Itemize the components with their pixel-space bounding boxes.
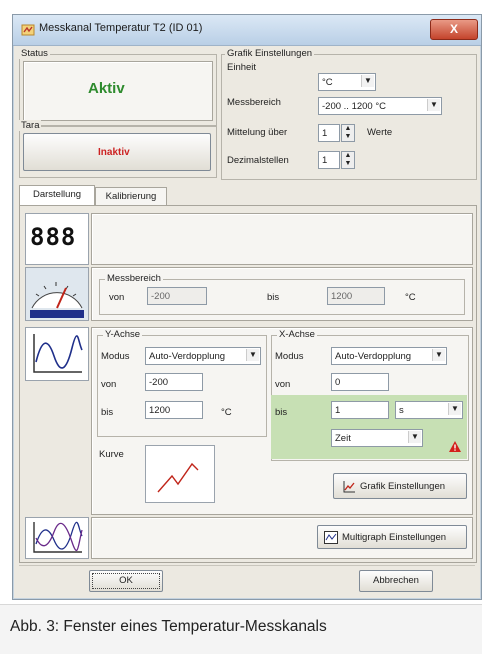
dialog-window: Messkanal Temperatur T2 (ID 01) X Status… <box>12 14 482 600</box>
y-bis-input[interactable]: 1200 <box>145 401 203 419</box>
analog-gauge-icon[interactable] <box>25 267 89 321</box>
grafik-einstellungen-button[interactable]: Grafik Einstellungen <box>333 473 467 499</box>
digital-display-icon[interactable]: 888 <box>25 213 89 265</box>
x-modus-label: Modus <box>275 351 304 362</box>
chevron-down-icon[interactable]: ▼ <box>432 349 445 361</box>
tara-button[interactable]: Inaktiv <box>23 133 211 171</box>
ok-button[interactable]: OK <box>89 570 163 592</box>
y-von-input[interactable]: -200 <box>145 373 203 391</box>
digital-settings-panel <box>91 213 473 265</box>
einheit-label: Einheit <box>227 62 257 73</box>
messbereich-box-title: Messbereich <box>105 273 163 284</box>
graph-icon <box>33 334 83 373</box>
mittelung-stepper[interactable]: ▲ ▼ <box>341 124 355 142</box>
y-bis-label: bis <box>101 407 114 418</box>
messbereich-label: Messbereich <box>227 97 281 108</box>
window-title: Messkanal Temperatur T2 (ID 01) <box>39 22 203 34</box>
tara-group-title: Tara <box>19 120 42 131</box>
x-quantity-select[interactable]: Zeit ▼ <box>331 429 423 447</box>
chevron-down-icon[interactable]: ▼ <box>408 431 421 443</box>
close-button[interactable]: X <box>430 19 478 40</box>
ok-label: OK <box>119 575 133 586</box>
mittelung-input[interactable]: 1 <box>318 124 340 142</box>
curve-style-button[interactable] <box>145 445 215 503</box>
x-von-label: von <box>275 379 291 390</box>
mb-von-label: von <box>109 292 125 303</box>
multigraph-icon[interactable] <box>25 517 89 559</box>
y-unit: °C <box>221 407 232 418</box>
dezimal-input[interactable]: 1 <box>318 151 340 169</box>
tara-value: Inaktiv <box>98 147 130 158</box>
x-bis-label: bis <box>275 407 288 418</box>
dezimal-stepper[interactable]: ▲ ▼ <box>341 151 355 169</box>
y-modus-value: Auto-Verdopplung <box>149 351 226 362</box>
yachse-title: Y-Achse <box>103 329 143 340</box>
x-modus-value: Auto-Verdopplung <box>335 351 412 362</box>
x-modus-select[interactable]: Auto-Verdopplung ▼ <box>331 347 447 365</box>
x-bis-input[interactable]: 1 <box>331 401 389 419</box>
status-panel: Aktiv <box>23 61 213 121</box>
chevron-down-icon[interactable]: ▼ <box>427 99 440 111</box>
button-bar-divider <box>19 565 475 566</box>
mb-von-input[interactable]: -200 <box>147 287 207 305</box>
y-von-label: von <box>101 379 117 390</box>
line-graph-icon[interactable] <box>25 327 89 381</box>
xachse-title: X-Achse <box>277 329 317 340</box>
grafik-einstellungen-label: Grafik Einstellungen <box>360 481 446 492</box>
mb-bis-input[interactable]: 1200 <box>327 287 385 305</box>
y-modus-select[interactable]: Auto-Verdopplung ▼ <box>145 347 261 365</box>
x-unit-value: s <box>399 405 404 416</box>
mittelung-label: Mittelung über <box>227 127 288 138</box>
messbereich-select[interactable]: -200 .. 1200 °C ▼ <box>318 97 442 115</box>
curve-icon <box>157 462 199 493</box>
mb-unit: °C <box>405 292 416 303</box>
dezimal-label: Dezimalstellen <box>227 155 289 166</box>
messbereich-select-value: -200 .. 1200 °C <box>322 101 387 112</box>
digital-display-glyph: 888 <box>30 223 77 251</box>
graph-small-icon <box>343 481 355 493</box>
app-icon <box>21 24 35 36</box>
cancel-button[interactable]: Abbrechen <box>359 570 433 592</box>
chevron-down-icon[interactable]: ▼ <box>246 349 259 361</box>
x-unit-select[interactable]: s ▼ <box>395 401 463 419</box>
gauge-icon <box>30 282 84 318</box>
tab-kalibrierung[interactable]: Kalibrierung <box>95 187 167 206</box>
status-value: Aktiv <box>88 80 125 97</box>
title-bar[interactable]: Messkanal Temperatur T2 (ID 01) X <box>13 15 481 46</box>
x-von-input[interactable]: 0 <box>331 373 389 391</box>
x-quantity-value: Zeit <box>335 433 351 444</box>
grafik-group-title: Grafik Einstellungen <box>225 48 315 59</box>
multigraph-small-icon <box>324 531 338 544</box>
y-modus-label: Modus <box>101 351 130 362</box>
einheit-select[interactable]: °C ▼ <box>318 73 376 91</box>
mb-bis-label: bis <box>267 292 280 303</box>
kurve-label: Kurve <box>99 449 124 460</box>
figure-caption: Abb. 3: Fenster eines Temperatur-Messkan… <box>10 618 327 635</box>
mittelung-unit: Werte <box>367 127 393 138</box>
chevron-down-icon[interactable]: ▼ <box>448 403 461 415</box>
cancel-label: Abbrechen <box>373 575 419 586</box>
einheit-value: °C <box>322 77 333 88</box>
status-group-title: Status <box>19 48 50 59</box>
multigraph-einstellungen-button[interactable]: Multigraph Einstellungen <box>317 525 467 549</box>
warning-icon <box>449 441 461 452</box>
multigraph-einstellungen-label: Multigraph Einstellungen <box>342 532 447 543</box>
tab-darstellung[interactable]: Darstellung <box>19 185 95 206</box>
multigraph-graph-icon <box>33 521 83 553</box>
chevron-down-icon[interactable]: ▼ <box>361 75 374 87</box>
